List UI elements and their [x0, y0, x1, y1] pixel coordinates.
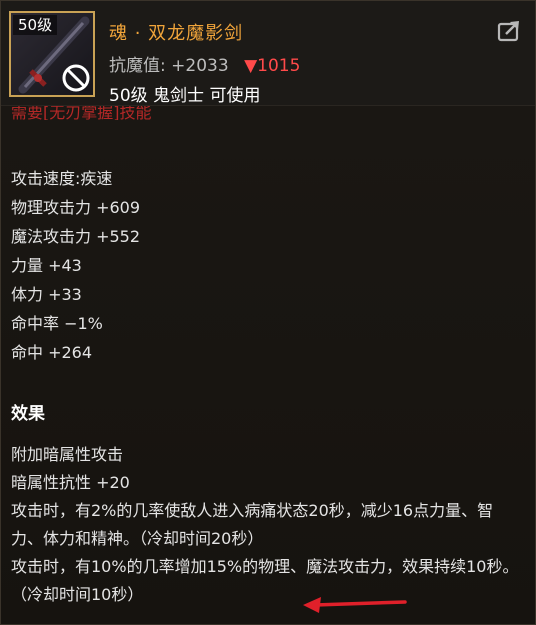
- effect-dark-resist: 暗属性抗性 +20: [11, 473, 130, 492]
- annotation-arrow: [303, 597, 407, 613]
- requirement-text: 50级 鬼剑士 可使用: [109, 86, 261, 106]
- stat-hit: 命中 +264: [11, 343, 93, 362]
- resist-line: 抗魔值: +2033 ▼1015: [109, 51, 300, 76]
- stat-magic-attack: 魔法攻击力 +552: [11, 227, 141, 246]
- effect-dark-attack: 附加暗属性攻击: [11, 445, 124, 464]
- effect-attack-boost: 攻击时，有10%的几率增加15%的物理、魔法攻击力，效果持续10秒。（冷却时间1…: [11, 557, 519, 604]
- resist-value: +2033: [171, 56, 229, 76]
- effects-list: 附加暗属性攻击 暗属性抗性 +20 攻击时，有2%的几率使敌人进入病痛状态20秒…: [11, 441, 523, 609]
- resist-label: 抗魔值:: [109, 56, 166, 76]
- item-icon-slot[interactable]: 50级: [9, 11, 95, 97]
- item-header: 50级 魂 · 双龙魔影剑 抗魔值: +2033 ▼1015 50级 鬼剑士 可…: [1, 1, 535, 106]
- item-tooltip: 50级 魂 · 双龙魔影剑 抗魔值: +2033 ▼1015 50级 鬼剑士 可…: [0, 0, 536, 625]
- stat-physical-attack: 物理攻击力 +609: [11, 198, 141, 217]
- stat-attack-speed: 攻击速度:疾速: [11, 169, 113, 188]
- stat-hit-rate: 命中率 −1%: [11, 314, 103, 333]
- requirement-skill-text: 需要[无刃掌握]技能: [11, 106, 152, 120]
- stat-strength: 力量 +43: [11, 256, 82, 275]
- stats-list: 攻击速度:疾速 物理攻击力 +609 魔法攻击力 +552 力量 +43 体力 …: [11, 164, 511, 367]
- effects-title: 效果: [11, 404, 45, 424]
- level-tag: 50级: [13, 15, 58, 35]
- share-icon[interactable]: [497, 19, 523, 43]
- no-use-icon: [62, 64, 90, 92]
- resist-delta: ▼1015: [244, 56, 301, 76]
- stat-stamina: 体力 +33: [11, 285, 82, 304]
- effect-affliction: 攻击时，有2%的几率使敌人进入病痛状态20秒，减少16点力量、智力、体力和精神。…: [11, 501, 494, 548]
- item-name: 魂 · 双龙魔影剑: [109, 23, 244, 44]
